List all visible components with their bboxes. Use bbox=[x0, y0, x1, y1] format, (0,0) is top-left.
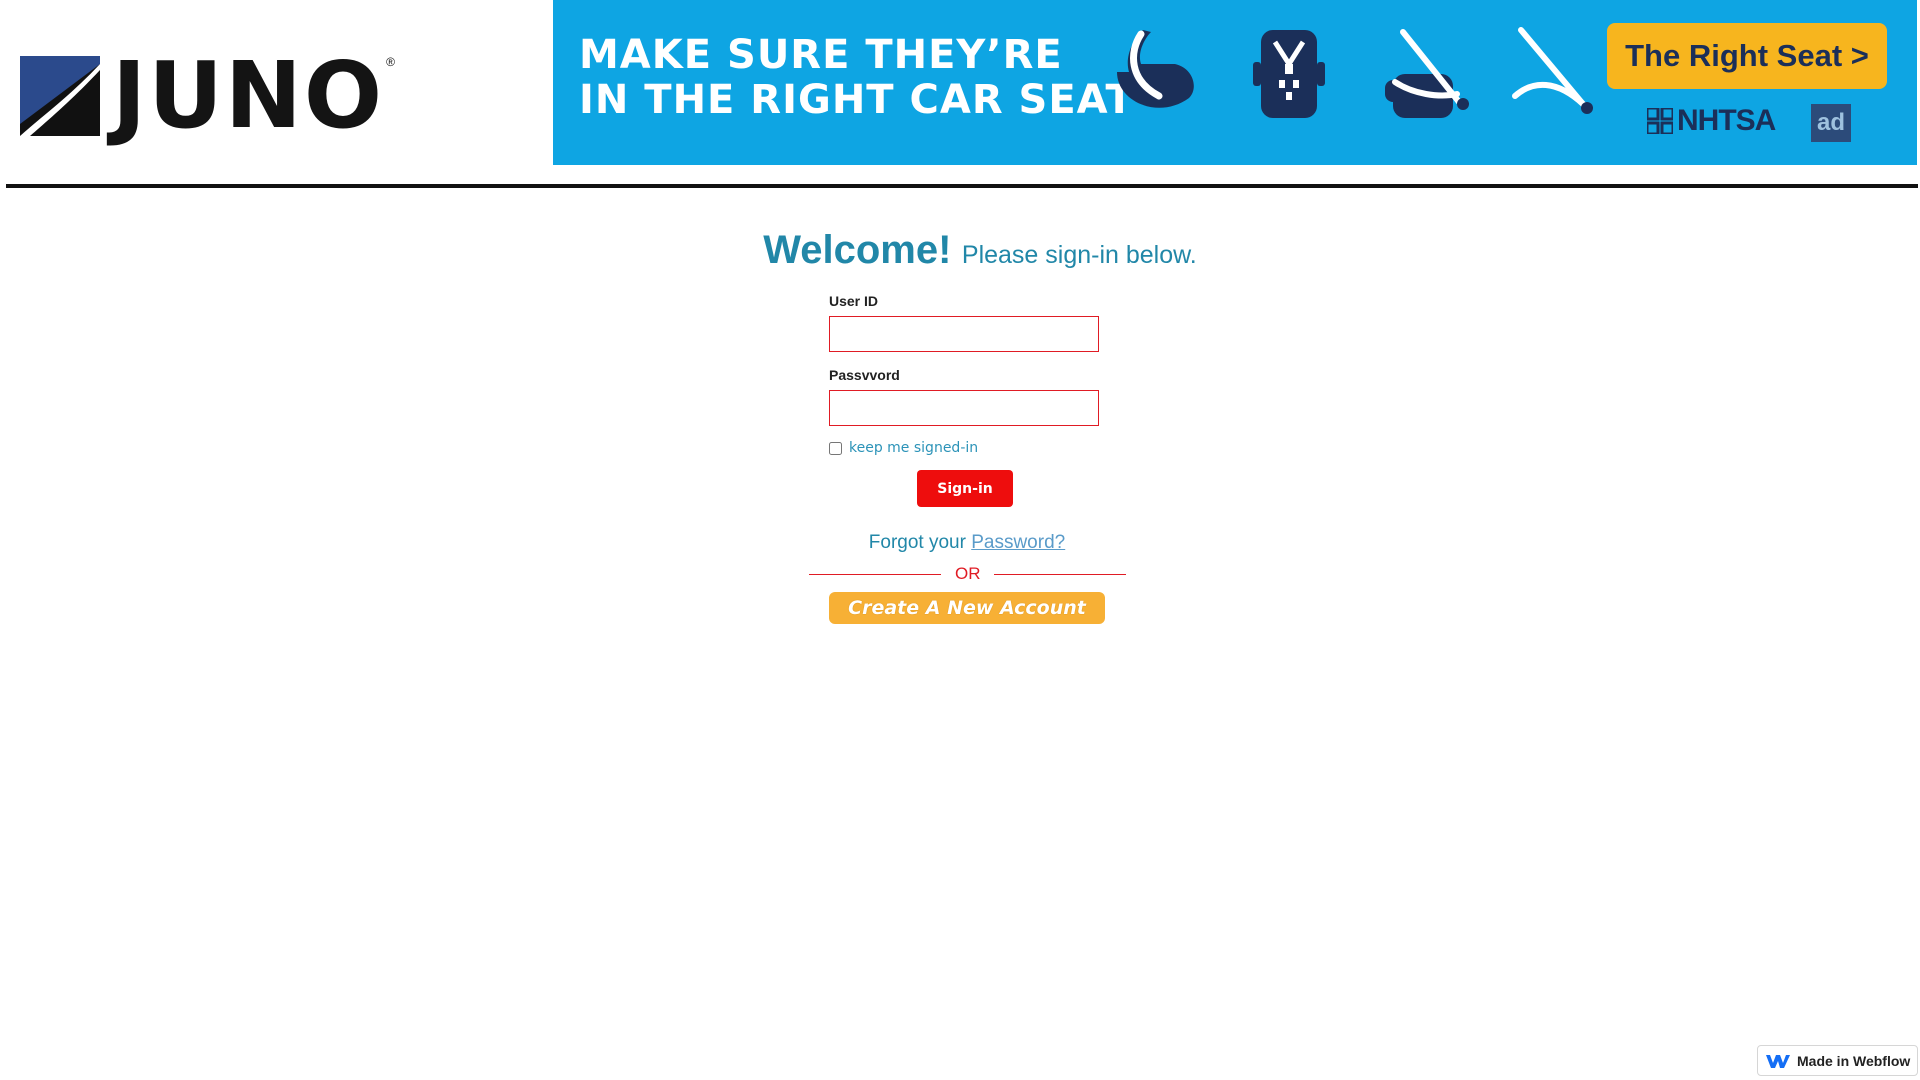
infant-seat-icon bbox=[1117, 30, 1194, 108]
welcome-subtitle: Please sign-in below. bbox=[961, 241, 1197, 269]
keep-signed-in[interactable]: keep me signed-in bbox=[829, 440, 978, 456]
logo-wordmark: JUNO bbox=[112, 42, 385, 149]
nhtsa-grid-icon bbox=[1647, 108, 1673, 134]
banner-headline-line1: MAKE SURE THEY’RE bbox=[579, 32, 1063, 78]
or-divider-left bbox=[809, 574, 941, 575]
juno-logo-mark-icon bbox=[20, 56, 100, 136]
banner-headline-line2: IN THE RIGHT CAR SEAT bbox=[579, 77, 1134, 123]
or-divider-right bbox=[994, 574, 1126, 575]
or-label: OR bbox=[955, 564, 981, 583]
keep-signed-in-label: keep me signed-in bbox=[849, 440, 979, 456]
nhtsa-logo: NHTSA bbox=[1647, 104, 1776, 138]
keep-signed-in-checkbox[interactable] bbox=[829, 441, 842, 455]
ad-council-badge: ad bbox=[1811, 104, 1851, 142]
welcome-heading: Welcome! Please sign-in below. bbox=[0, 228, 1920, 273]
user-id-label: User ID bbox=[829, 293, 879, 309]
webflow-logo-icon bbox=[1766, 1054, 1790, 1068]
convertible-seat-icon bbox=[1253, 30, 1325, 118]
forgot-prefix: Forgot your bbox=[868, 532, 966, 553]
sign-in-button[interactable]: Sign-in bbox=[917, 470, 1013, 507]
seat-belt-icon bbox=[1512, 27, 1593, 114]
user-id-input[interactable] bbox=[829, 316, 1099, 352]
registered-mark: ® bbox=[386, 55, 395, 69]
booster-seat-icon bbox=[1385, 29, 1469, 118]
nhtsa-label: NHTSA bbox=[1677, 104, 1776, 137]
header-divider bbox=[6, 184, 1918, 188]
right-seat-cta-button[interactable]: The Right Seat > bbox=[1607, 23, 1887, 89]
car-seat-ad-banner[interactable]: MAKE SURE THEY’RE IN THE RIGHT CAR SEAT bbox=[553, 0, 1917, 165]
forgot-password: Forgot your Password? bbox=[0, 532, 1920, 554]
juno-logo[interactable]: JUNO ® bbox=[20, 42, 395, 149]
site-header: JUNO ® MAKE SURE THEY’RE IN THE RIGHT CA… bbox=[0, 0, 1920, 190]
create-account-button[interactable]: Create A New Account bbox=[829, 592, 1105, 624]
made-in-webflow-badge[interactable]: Made in Webflow bbox=[1757, 1045, 1918, 1076]
password-input[interactable] bbox=[829, 390, 1099, 426]
webflow-badge-label: Made in Webflow bbox=[1797, 1052, 1911, 1069]
welcome-title: Welcome! bbox=[763, 228, 952, 272]
forgot-password-link[interactable]: Password? bbox=[971, 532, 1065, 553]
password-label: Passvvord bbox=[829, 367, 900, 383]
